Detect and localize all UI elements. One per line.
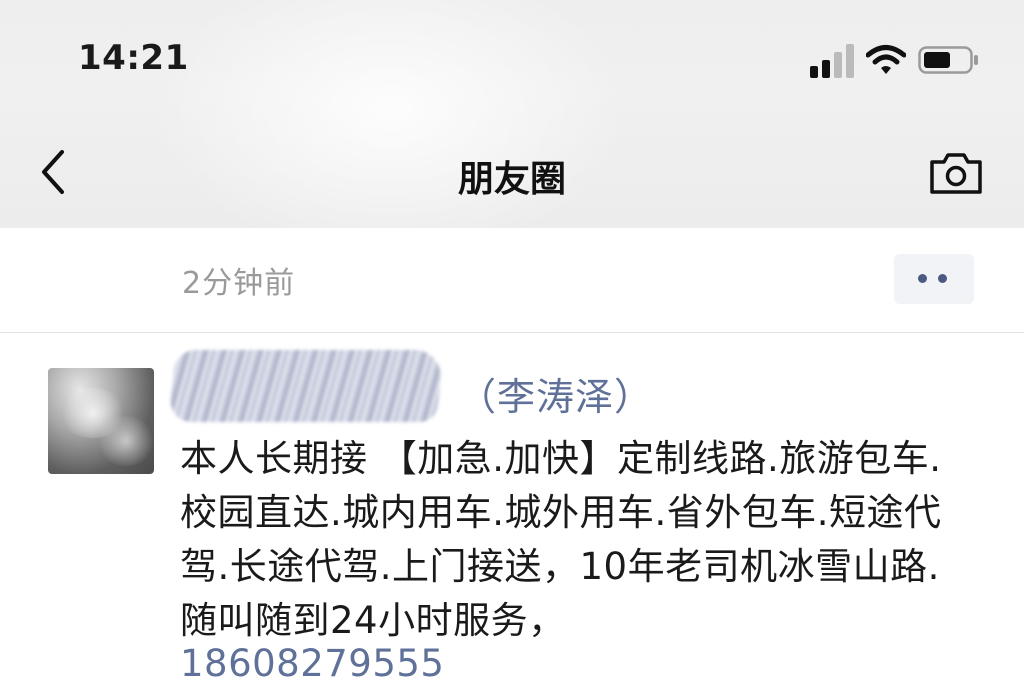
blurred-username (168, 350, 444, 422)
moments-screen: 14:21 朋友圈 2分钟前 （李涛泽） 本人长期接 【加急.加快】定制线路.旅… (0, 0, 1024, 700)
wifi-icon (866, 45, 906, 74)
status-time: 14:21 (78, 38, 189, 78)
post-timestamp: 2分钟前 (182, 266, 296, 301)
header-area: 14:21 朋友圈 (0, 0, 1024, 228)
battery-icon (918, 46, 978, 74)
post-meta-row: 2分钟前 (0, 228, 1024, 333)
page-title: 朋友圈 (457, 159, 566, 200)
remark-name[interactable]: （李涛泽） (458, 366, 653, 421)
phone-number-link[interactable]: 18608279555 (180, 642, 444, 685)
cellular-signal-icon (810, 44, 854, 78)
avatar[interactable] (48, 368, 154, 474)
more-dots-icon (918, 274, 927, 283)
more-options-button[interactable] (894, 254, 974, 304)
comment-text: 本人长期接 【加急.加快】定制线路.旅游包车.校园直达.城内用车.城外用车.省外… (180, 437, 942, 642)
camera-icon[interactable] (928, 150, 984, 196)
